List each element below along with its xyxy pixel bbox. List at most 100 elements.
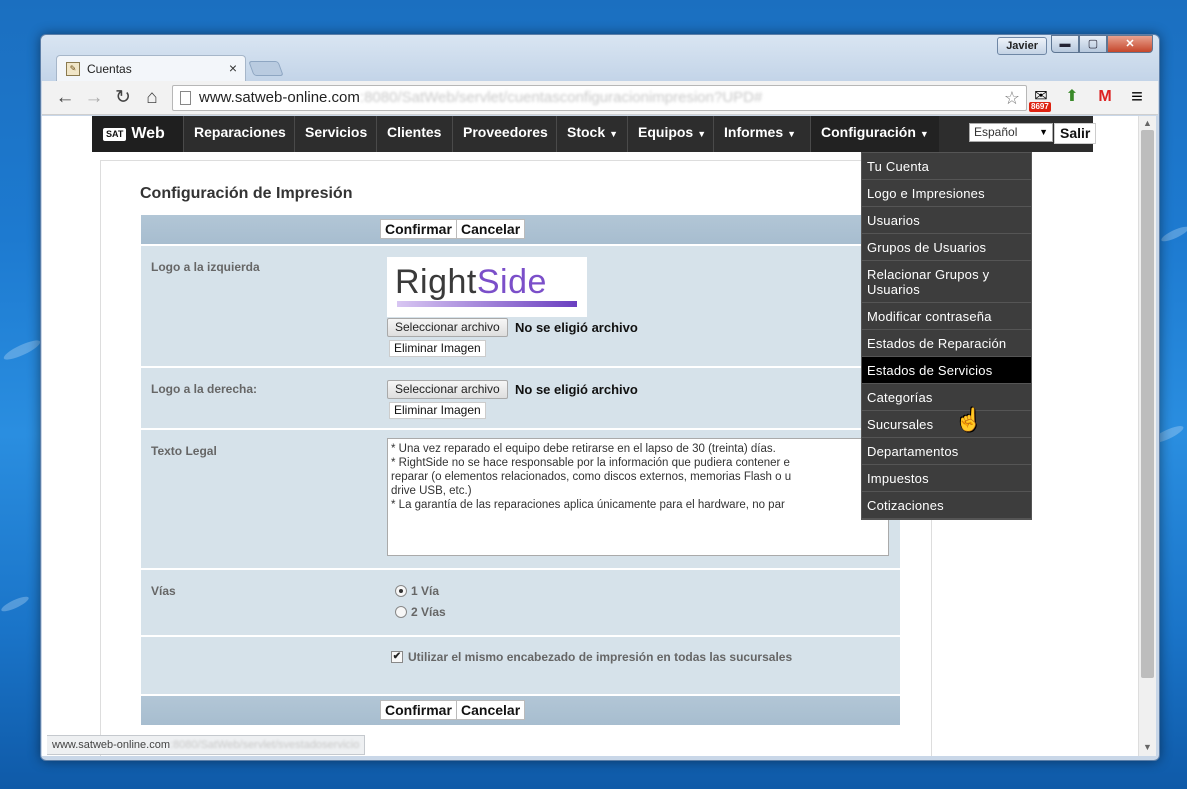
language-value: Español [974, 125, 1018, 139]
logo-wordmark: RightSide [395, 263, 547, 302]
radio-button[interactable] [395, 585, 407, 597]
confirm-button[interactable]: Confirmar [380, 219, 457, 239]
menu-item-categorias[interactable]: Categorías [862, 384, 1031, 411]
menu-item-impuestos[interactable]: Impuestos [862, 465, 1031, 492]
gmail-extension-icon[interactable]: M [1093, 87, 1117, 109]
radio-option-1-via[interactable]: 1 Vía [395, 584, 439, 598]
logo-underline [397, 301, 577, 307]
content-panel: Configuración de Impresión Confirmar Can… [100, 160, 932, 756]
home-icon[interactable]: ⌂ [141, 87, 163, 109]
right-logo-label: Logo a la derecha: [151, 382, 258, 396]
chevron-down-icon: ▼ [609, 129, 619, 139]
select-left-logo-button[interactable]: Seleccionar archivo [387, 318, 508, 337]
nav-label: Configuración [821, 124, 916, 140]
radio-option-2-vias[interactable]: 2 Vías [395, 605, 446, 619]
back-icon[interactable]: ← [54, 87, 76, 109]
mail-checker-extension-icon[interactable]: ✉ 8697 [1029, 87, 1053, 112]
nav-reparaciones[interactable]: Reparaciones [183, 116, 296, 152]
scroll-up-icon[interactable]: ▲ [1143, 118, 1152, 128]
copies-label: Vías [151, 584, 176, 598]
status-path: :8080/SatWeb/servlet/svestadoservicio [170, 739, 360, 751]
browser-toolbar: ← → ↻ ⌂ www.satweb-online.com:8080/SatWe… [42, 81, 1158, 115]
desktop-wallpaper-fish [1159, 224, 1187, 244]
close-window-button[interactable]: ✕ [1107, 35, 1153, 53]
menu-item-tu-cuenta[interactable]: Tu Cuenta [862, 153, 1031, 180]
menu-item-estados-reparacion[interactable]: Estados de Reparación [862, 330, 1031, 357]
address-bar[interactable]: www.satweb-online.com:8080/SatWeb/servle… [172, 85, 1027, 111]
menu-item-modificar-contrasena[interactable]: Modificar contraseña [862, 303, 1031, 330]
config-dropdown-menu: Tu Cuenta Logo e Impresiones Usuarios Gr… [861, 152, 1032, 520]
page-icon [180, 91, 191, 105]
menu-item-grupos-usuarios[interactable]: Grupos de Usuarios [862, 234, 1031, 261]
nav-label: Reparaciones [194, 124, 286, 140]
logout-button[interactable]: Salir [1054, 123, 1097, 144]
site-navbar: SAT Web Reparaciones Servicios Clientes … [92, 116, 1097, 520]
menu-item-logo-impresiones[interactable]: Logo e Impresiones [862, 180, 1031, 207]
radio-label: 2 Vías [411, 605, 446, 619]
delete-left-logo-button[interactable]: Eliminar Imagen [389, 340, 486, 357]
site-favicon-icon: ✎ [66, 62, 80, 76]
hand-cursor-icon: ☝ [955, 407, 983, 432]
nav-configuracion[interactable]: Configuración ▼ [810, 116, 939, 152]
radio-button[interactable] [395, 606, 407, 618]
nav-informes[interactable]: Informes ▼ [713, 116, 806, 152]
nav-label: Proveedores [463, 124, 548, 140]
cancel-button[interactable]: Cancelar [456, 219, 526, 239]
brand-badge: SAT [103, 127, 127, 141]
site-brand-logo[interactable]: SAT Web [92, 116, 183, 152]
tab-title: Cuentas [87, 61, 132, 76]
tab-cuentas[interactable]: ✎ Cuentas × [56, 55, 246, 81]
select-right-logo-button[interactable]: Seleccionar archivo [387, 380, 508, 399]
forward-icon[interactable]: → [83, 87, 105, 109]
reload-icon[interactable]: ↻ [112, 87, 134, 109]
scrollbar-thumb[interactable] [1141, 130, 1154, 678]
same-header-row: ✔ Utilizar el mismo encabezado de impresi… [141, 637, 900, 696]
mail-count-badge: 8697 [1029, 102, 1051, 112]
menu-item-usuarios[interactable]: Usuarios [862, 207, 1031, 234]
minimize-button[interactable]: ▬ [1051, 35, 1079, 53]
form-action-bar-top: Confirmar Cancelar [141, 215, 900, 246]
menu-item-relacionar-grupos[interactable]: Relacionar Grupos y Usuarios [862, 261, 1031, 303]
nav-label: Informes [724, 124, 784, 140]
vertical-scrollbar[interactable]: ▲ ▼ [1138, 116, 1156, 756]
browser-menu-icon[interactable]: ≡ [1125, 87, 1149, 109]
right-logo-row: Logo a la derecha: Seleccionar archivo N… [141, 368, 900, 430]
bookmark-extension-icon[interactable]: ⬆ [1060, 87, 1084, 109]
nav-proveedores[interactable]: Proveedores [452, 116, 558, 152]
tab-close-icon[interactable]: × [229, 60, 237, 76]
cancel-button-bottom[interactable]: Cancelar [456, 700, 526, 720]
chevron-down-icon: ▼ [919, 129, 929, 139]
menu-item-estados-servicios[interactable]: Estados de Servicios [862, 357, 1031, 384]
logo-part-1: Right [395, 263, 477, 301]
dropdown-arrow-icon: ▼ [1039, 127, 1048, 137]
left-logo-file-status: No se eligió archivo [515, 320, 638, 335]
bookmark-star-icon[interactable]: ☆ [1004, 86, 1020, 110]
nav-clientes[interactable]: Clientes [376, 116, 451, 152]
language-select[interactable]: Español ▼ [969, 123, 1053, 142]
confirm-button-bottom[interactable]: Confirmar [380, 700, 457, 720]
menu-item-departamentos[interactable]: Departamentos [862, 438, 1031, 465]
radio-label: 1 Vía [411, 584, 440, 598]
same-header-option[interactable]: ✔ Utilizar el mismo encabezado de impresi… [391, 650, 792, 664]
nav-servicios[interactable]: Servicios [294, 116, 377, 152]
scroll-down-icon[interactable]: ▼ [1143, 742, 1152, 752]
print-config-form: Confirmar Cancelar Logo a la izquierda R… [141, 215, 900, 727]
profile-button[interactable]: Javier [997, 37, 1047, 55]
same-header-checkbox[interactable]: ✔ [391, 651, 403, 663]
menu-item-sucursales[interactable]: Sucursales [862, 411, 1031, 438]
desktop-wallpaper-fish [0, 594, 31, 614]
delete-right-logo-button[interactable]: Eliminar Imagen [389, 402, 486, 419]
nav-equipos[interactable]: Equipos ▼ [627, 116, 716, 152]
maximize-button[interactable]: ▢ [1079, 35, 1107, 53]
nav-stock[interactable]: Stock ▼ [556, 116, 628, 152]
logo-part-2: Side [476, 263, 547, 301]
nav-label: Clientes [387, 124, 442, 140]
chevron-down-icon: ▼ [697, 129, 707, 139]
new-tab-button[interactable] [248, 61, 284, 76]
nav-label: Servicios [305, 124, 368, 140]
copies-row: Vías 1 Vía 2 Vías [141, 570, 900, 637]
url-host: www.satweb-online.com [199, 89, 360, 106]
legal-textarea[interactable]: * Una vez reparado el equipo debe retira… [387, 438, 889, 556]
page-title: Configuración de Impresión [140, 185, 353, 202]
menu-item-cotizaciones[interactable]: Cotizaciones [862, 492, 1031, 519]
